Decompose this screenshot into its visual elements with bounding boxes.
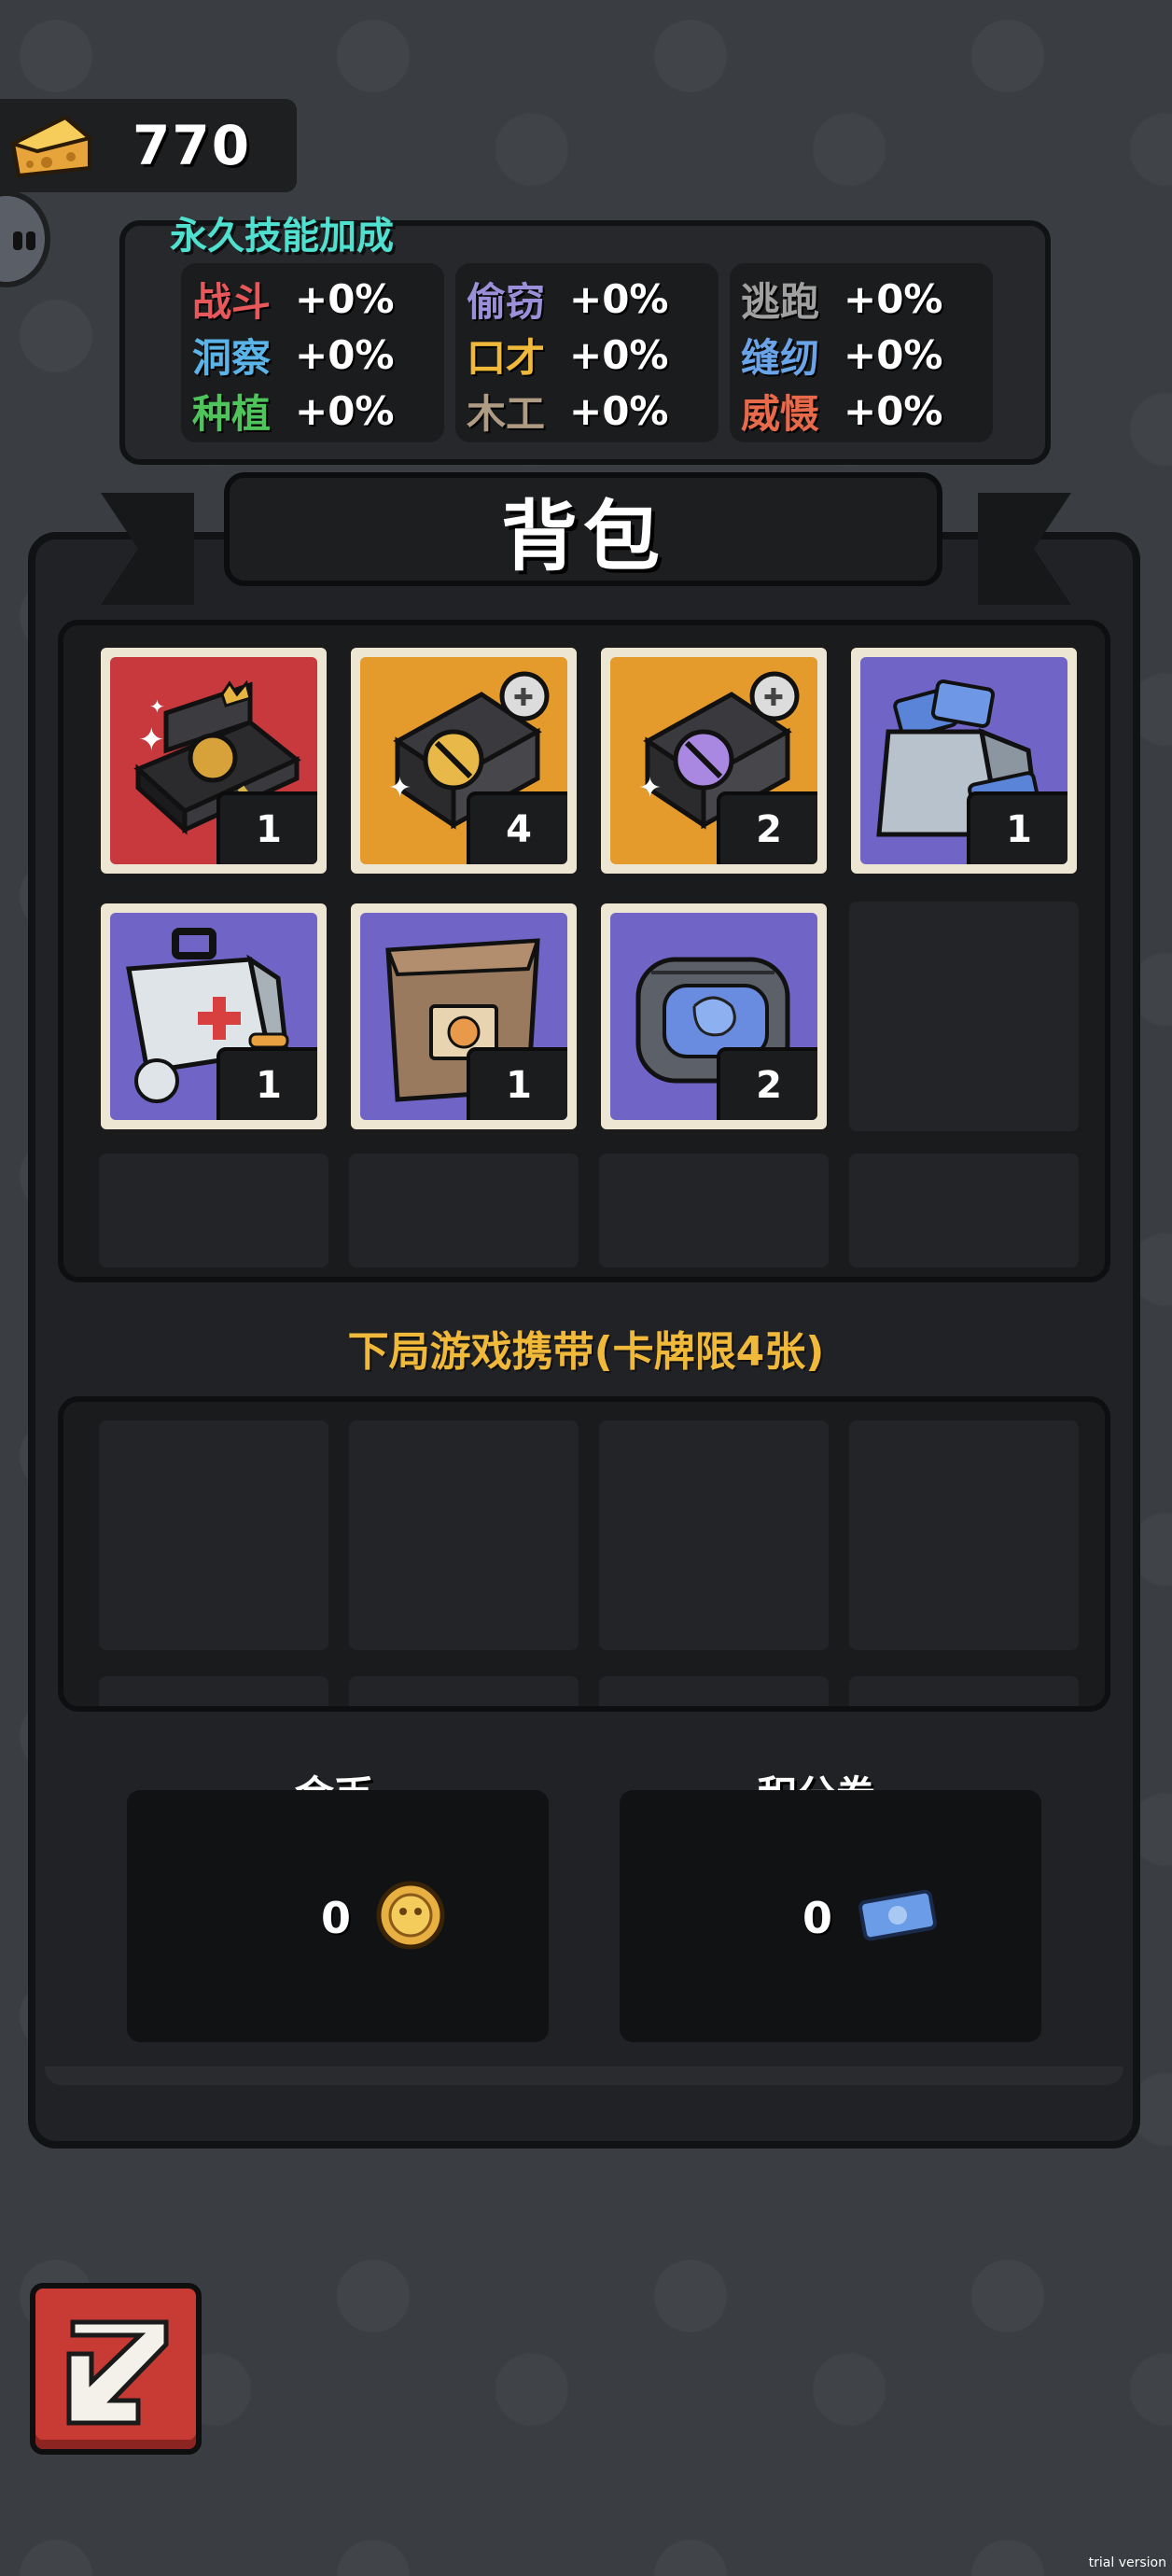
empty-slot xyxy=(849,1154,1079,1267)
skill-row: 战斗 +0% xyxy=(192,271,444,327)
item-count: 2 xyxy=(717,791,817,864)
carry-slot[interactable] xyxy=(99,1421,328,1650)
item-count: 1 xyxy=(967,791,1067,864)
back-arrow-icon xyxy=(66,2319,169,2426)
item-count: 4 xyxy=(467,791,567,864)
skill-name: 口才 xyxy=(467,334,546,381)
skill-group-3: 逃跑 +0% 缝纫 +0% 威慑 +0% xyxy=(730,263,993,442)
skill-row: 威慑 +0% xyxy=(741,383,993,439)
skill-group-2: 偷窃 +0% 口才 +0% 木工 +0% xyxy=(455,263,719,442)
points-value: 0 xyxy=(802,1893,833,1943)
item-count: 1 xyxy=(216,791,317,864)
carry-slot xyxy=(849,1676,1079,1706)
carry-slot[interactable] xyxy=(849,1421,1079,1650)
skill-row: 种植 +0% xyxy=(192,383,444,439)
skill-value: +0% xyxy=(569,331,669,378)
skill-panel-title: 永久技能加成 xyxy=(170,215,394,258)
point-ticket-icon xyxy=(858,1889,937,1941)
back-button[interactable] xyxy=(30,2283,202,2455)
skill-value: +0% xyxy=(844,331,943,378)
skill-name: 逃跑 xyxy=(741,278,820,325)
carry-slot xyxy=(349,1676,579,1706)
backpack-title: 背包 xyxy=(500,492,665,581)
svg-text:✚: ✚ xyxy=(763,684,784,712)
carry-slot xyxy=(99,1676,328,1706)
empty-slot xyxy=(99,1154,328,1267)
svg-text:✦: ✦ xyxy=(638,772,662,805)
svg-text:✚: ✚ xyxy=(513,684,534,712)
backpack-header: 背包 xyxy=(224,472,942,586)
carry-slots xyxy=(58,1396,1110,1712)
skill-name: 偷窃 xyxy=(467,278,546,325)
svg-text:✦: ✦ xyxy=(138,721,165,759)
skill-row: 木工 +0% xyxy=(467,383,719,439)
carry-slot[interactable] xyxy=(349,1421,579,1650)
skill-name: 战斗 xyxy=(192,278,272,325)
skill-row: 口才 +0% xyxy=(467,327,719,383)
skill-name: 木工 xyxy=(467,390,546,437)
ribbon-decoration-left xyxy=(101,493,194,605)
skill-value: +0% xyxy=(844,275,943,322)
item-card[interactable]: ✚ ✦ 2 xyxy=(597,644,830,877)
item-grid: ✦ ✦ 1 ✚ ✦ 4 ✚ ✦ 2 1 1 1 2 xyxy=(58,620,1110,1282)
skill-name: 洞察 xyxy=(192,334,272,381)
skill-bonus-panel: 永久技能加成 战斗 +0% 洞察 +0% 种植 +0% 偷窃 +0% 口才 +0… xyxy=(119,215,1051,465)
gold-coin-icon xyxy=(376,1881,445,1950)
skill-row: 洞察 +0% xyxy=(192,327,444,383)
item-count: 1 xyxy=(216,1047,317,1120)
panel-inner-edge xyxy=(45,2066,1123,2085)
gold-value: 0 xyxy=(321,1893,352,1943)
cheese-counter: 770 xyxy=(0,99,297,192)
carry-label: 下局游戏携带(卡牌限4张) xyxy=(347,1328,825,1376)
watermark-text: trial version xyxy=(1088,2555,1166,2570)
empty-slot xyxy=(849,902,1079,1131)
svg-text:✦: ✦ xyxy=(388,772,412,805)
item-card[interactable]: ✦ ✦ 1 xyxy=(97,644,330,877)
skill-value: +0% xyxy=(295,331,395,378)
skill-value: +0% xyxy=(844,387,943,434)
item-card[interactable]: ✚ ✦ 4 xyxy=(347,644,580,877)
item-count: 2 xyxy=(717,1047,817,1120)
svg-text:✦: ✦ xyxy=(149,695,165,718)
carry-slot[interactable] xyxy=(599,1421,829,1650)
item-card[interactable]: 2 xyxy=(597,900,830,1133)
skill-row: 缝纫 +0% xyxy=(741,327,993,383)
skill-group-1: 战斗 +0% 洞察 +0% 种植 +0% xyxy=(181,263,444,442)
cheese-icon xyxy=(9,115,93,178)
skill-name: 种植 xyxy=(192,390,272,437)
item-card[interactable]: 1 xyxy=(347,900,580,1133)
skill-value: +0% xyxy=(295,387,395,434)
skill-value: +0% xyxy=(569,387,669,434)
item-card[interactable]: 1 xyxy=(847,644,1081,877)
skill-name: 缝纫 xyxy=(741,334,820,381)
empty-slot xyxy=(349,1154,579,1267)
item-card[interactable]: 1 xyxy=(97,900,330,1133)
empty-slot xyxy=(599,1154,829,1267)
points-box: 0 xyxy=(620,1790,1041,2042)
gold-box: 0 xyxy=(127,1790,549,2042)
skill-row: 偷窃 +0% xyxy=(467,271,719,327)
ribbon-decoration-right xyxy=(978,493,1071,605)
item-count: 1 xyxy=(467,1047,567,1120)
cheese-value: 770 xyxy=(133,114,252,177)
carry-slot xyxy=(599,1676,829,1706)
skill-name: 威慑 xyxy=(741,390,820,437)
skill-row: 逃跑 +0% xyxy=(741,271,993,327)
skill-value: +0% xyxy=(569,275,669,322)
skill-value: +0% xyxy=(295,275,395,322)
